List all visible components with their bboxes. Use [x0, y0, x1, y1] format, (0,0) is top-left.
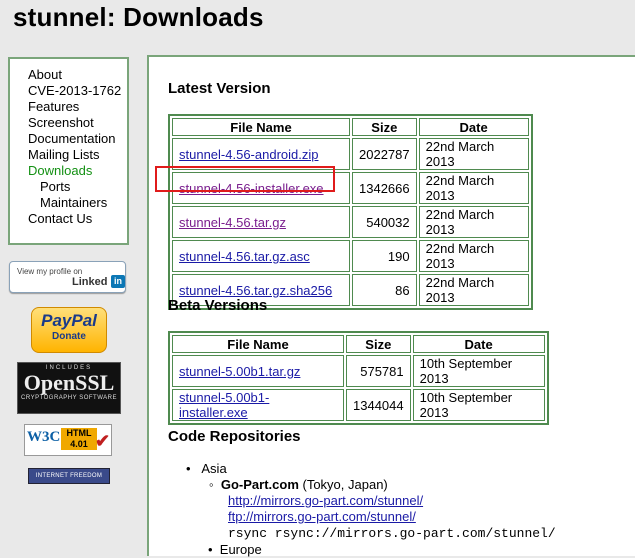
- latest-version-heading: Latest Version: [168, 80, 271, 97]
- file-size: 2022787: [352, 138, 417, 170]
- table-row: stunnel-5.00b1.tar.gz 575781 10th Septem…: [172, 355, 545, 387]
- file-size: 1342666: [352, 172, 417, 204]
- sidebar-menu: About CVE-2013-1762 Features Screenshot …: [8, 57, 129, 245]
- table-row: stunnel-5.00b1-installer.exe 1344044 10t…: [172, 389, 545, 421]
- file-link-tar-gz-sha256[interactable]: stunnel-4.56.tar.gz.sha256: [179, 283, 332, 298]
- menu-item-downloads[interactable]: Downloads: [10, 163, 127, 179]
- paypal-donate-label: Donate: [52, 331, 86, 342]
- internet-freedom-badge[interactable]: INTERNET FREEDOM: [28, 468, 110, 484]
- menu-item-cve[interactable]: CVE-2013-1762: [10, 83, 127, 99]
- region-label: Asia: [201, 461, 227, 476]
- page-title: stunnel: Downloads: [13, 2, 264, 32]
- selection-highlight-box: [155, 166, 335, 192]
- mirror-http-link[interactable]: http://mirrors.go-part.com/stunnel/: [228, 493, 423, 508]
- list-item: ◦ Go-Part.com (Tokyo, Japan) http://mirr…: [209, 477, 556, 541]
- column-header-file-name: File Name: [172, 118, 350, 136]
- menu-item-contact-us[interactable]: Contact Us: [10, 211, 127, 227]
- list-item: • Asia: [186, 461, 227, 476]
- paypal-donate-button[interactable]: PayPal Donate: [31, 307, 107, 353]
- checkmark-icon: ✔: [95, 431, 111, 451]
- region-label: Europe: [219, 542, 262, 557]
- table-row: stunnel-4.56.tar.gz 540032 22nd March 20…: [172, 206, 529, 238]
- linkedin-profile-badge[interactable]: View my profile on Linked in: [9, 261, 126, 293]
- menu-item-ports[interactable]: Ports: [10, 179, 127, 195]
- mirror-name: Go-Part.com: [220, 477, 299, 492]
- mirror-rsync-command: rsync rsync://mirrors.go-part.com/stunne…: [228, 526, 556, 541]
- file-link-beta-tar-gz[interactable]: stunnel-5.00b1.tar.gz: [179, 364, 300, 379]
- file-link-tar-gz[interactable]: stunnel-4.56.tar.gz: [179, 215, 286, 230]
- file-date: 22nd March 2013: [418, 138, 529, 170]
- w3c-logo: W3C: [27, 429, 61, 445]
- openssl-badge[interactable]: INCLUDES OpenSSL CRYPTOGRAPHY SOFTWARE: [17, 362, 121, 414]
- mirror-ftp-link[interactable]: ftp://mirrors.go-part.com/stunnel/: [228, 509, 416, 524]
- paypal-logo: PayPal: [41, 311, 97, 330]
- html-401-label: HTML 4.01: [61, 428, 97, 450]
- column-header-file-name: File Name: [172, 335, 344, 353]
- repository-list: • Asia ◦ Go-Part.com (Tokyo, Japan) http…: [186, 461, 556, 558]
- menu-item-maintainers[interactable]: Maintainers: [10, 195, 127, 211]
- table-row: stunnel-4.56.tar.gz.asc 190 22nd March 2…: [172, 240, 529, 272]
- menu-item-about[interactable]: About: [10, 67, 127, 83]
- file-size: 86: [352, 274, 417, 306]
- file-date: 10th September 2013: [412, 355, 545, 387]
- column-header-date: Date: [418, 118, 529, 136]
- menu-item-mailing-lists[interactable]: Mailing Lists: [10, 147, 127, 163]
- file-size: 540032: [352, 206, 417, 238]
- file-date: 22nd March 2013: [418, 240, 529, 272]
- column-header-size: Size: [346, 335, 411, 353]
- menu-item-documentation[interactable]: Documentation: [10, 131, 127, 147]
- file-size: 190: [352, 240, 417, 272]
- linkedin-badge-caption: View my profile on: [17, 267, 83, 276]
- mirror-location: (Tokyo, Japan): [302, 477, 388, 492]
- file-link-beta-installer-exe[interactable]: stunnel-5.00b1-installer.exe: [179, 390, 269, 420]
- file-size: 575781: [346, 355, 411, 387]
- file-date: 22nd March 2013: [418, 206, 529, 238]
- column-header-size: Size: [352, 118, 417, 136]
- latest-downloads-table: File Name Size Date stunnel-4.56-android…: [168, 114, 533, 310]
- column-header-date: Date: [412, 335, 545, 353]
- file-size: 1344044: [346, 389, 411, 421]
- file-date: 10th September 2013: [412, 389, 545, 421]
- beta-versions-heading: Beta Versions: [168, 297, 268, 314]
- openssl-logo: OpenSSL: [23, 370, 115, 395]
- linkedin-badge-brand: Linked: [72, 276, 108, 288]
- menu-item-features[interactable]: Features: [10, 99, 127, 115]
- beta-downloads-table: File Name Size Date stunnel-5.00b1.tar.g…: [168, 331, 549, 425]
- code-repositories-heading: Code Repositories: [168, 428, 301, 445]
- menu-item-screenshot[interactable]: Screenshot: [10, 115, 127, 131]
- openssl-badge-bottom: CRYPTOGRAPHY SOFTWARE: [21, 395, 117, 401]
- file-link-android-zip[interactable]: stunnel-4.56-android.zip: [179, 147, 318, 162]
- file-date: 22nd March 2013: [418, 172, 529, 204]
- file-date: 22nd March 2013: [418, 274, 529, 306]
- w3c-html-badge[interactable]: W3C HTML 4.01 ✔: [24, 424, 112, 456]
- file-link-tar-gz-asc[interactable]: stunnel-4.56.tar.gz.asc: [179, 249, 310, 264]
- linkedin-in-icon: in: [111, 275, 125, 288]
